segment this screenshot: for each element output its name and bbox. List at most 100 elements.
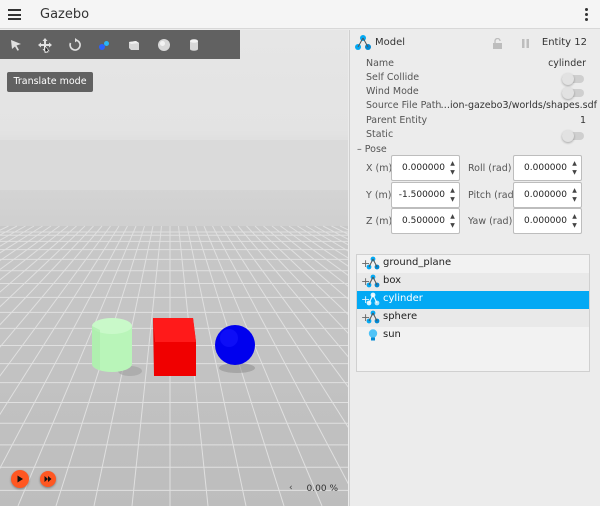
app-title: Gazebo <box>40 7 90 22</box>
model-icon <box>366 310 380 324</box>
tree-item-label: ground_plane <box>383 257 452 268</box>
play-icon <box>17 475 23 483</box>
roll-spinbox[interactable]: 0.000000 ▲ ▼ <box>513 155 582 181</box>
z-value: 0.500000 <box>402 216 445 226</box>
y-value: -1.500000 <box>398 190 445 200</box>
model-icon <box>366 256 380 270</box>
static-toggle[interactable] <box>562 130 584 142</box>
lock-icon[interactable] <box>492 38 503 49</box>
pause-icon[interactable] <box>520 38 531 49</box>
yaw-label: Yaw (rad) <box>468 216 513 227</box>
tree-item-box[interactable]: + box <box>357 273 589 291</box>
sphere-tool-button[interactable] <box>153 34 175 56</box>
increment-icon[interactable]: ▲ <box>571 161 578 167</box>
property-label: Static <box>366 129 394 140</box>
y-spinbox[interactable]: -1.500000 ▲ ▼ <box>391 182 460 208</box>
rotate-icon <box>69 38 81 51</box>
tree-item-label: box <box>383 275 402 286</box>
cylinder-tool-button[interactable] <box>183 34 205 56</box>
scene-models <box>92 318 255 376</box>
box-tool-button[interactable] <box>123 34 145 56</box>
component-inspector-header: Model Entity 12 <box>350 30 600 57</box>
pose-section-header[interactable]: – Pose <box>357 144 387 155</box>
property-self-collide: Self Collide <box>350 72 600 86</box>
decrement-icon[interactable]: ▼ <box>571 223 578 229</box>
increment-icon[interactable]: ▲ <box>449 161 456 167</box>
arrow-pointer-icon <box>11 40 21 51</box>
z-spinbox[interactable]: 0.500000 ▲ ▼ <box>391 208 460 234</box>
yaw-value: 0.000000 <box>524 216 567 226</box>
wind-mode-toggle[interactable] <box>562 87 584 99</box>
tree-item-ground-plane[interactable]: + ground_plane <box>357 255 589 273</box>
property-label: Name <box>366 58 395 69</box>
increment-icon[interactable]: ▲ <box>449 214 456 220</box>
box-icon <box>129 41 139 50</box>
light-bulb-icon <box>368 329 378 341</box>
decrement-icon[interactable]: ▼ <box>571 170 578 176</box>
property-value: …ion-gazebo3/worlds/shapes.sdf <box>440 100 597 111</box>
select-tool-button[interactable] <box>5 34 27 56</box>
property-label: Source File Path <box>366 100 442 111</box>
sphere-icon <box>158 39 170 51</box>
transform-control-icon <box>99 41 109 50</box>
collapse-icon: – <box>357 144 362 155</box>
decrement-icon[interactable]: ▼ <box>449 197 456 203</box>
scene-3d-viewport[interactable]: Translate mode ‹ 0.00 % <box>0 30 348 506</box>
rotate-tool-button[interactable] <box>64 34 86 56</box>
title-bar: Gazebo <box>0 0 600 29</box>
decrement-icon[interactable]: ▼ <box>571 197 578 203</box>
tree-item-label: sphere <box>383 311 418 322</box>
pitch-spinbox[interactable]: 0.000000 ▲ ▼ <box>513 182 582 208</box>
decrement-icon[interactable]: ▼ <box>449 223 456 229</box>
tree-item-label: sun <box>383 329 401 340</box>
scene-toolbar <box>0 30 240 59</box>
tree-item-sun[interactable]: sun <box>357 327 589 345</box>
property-name: Name cylinder <box>350 58 600 72</box>
stats-expand-chevron[interactable]: ‹ <box>289 483 293 493</box>
increment-icon[interactable]: ▲ <box>449 188 456 194</box>
sphere-model <box>215 325 255 373</box>
x-spinbox[interactable]: 0.000000 ▲ ▼ <box>391 155 460 181</box>
property-label: Wind Mode <box>366 86 419 97</box>
decrement-icon[interactable]: ▼ <box>449 170 456 176</box>
yaw-spinbox[interactable]: 0.000000 ▲ ▼ <box>513 208 582 234</box>
tree-item-cylinder[interactable]: + cylinder <box>357 291 589 309</box>
entity-id: Entity 12 <box>541 37 587 48</box>
x-value: 0.000000 <box>402 163 445 173</box>
x-label: X (m) <box>366 163 393 174</box>
component-title: Model <box>375 37 406 48</box>
property-source-file: Source File Path …ion-gazebo3/worlds/sha… <box>350 100 600 114</box>
property-static: Static <box>350 129 600 143</box>
increment-icon[interactable]: ▲ <box>571 188 578 194</box>
pose-label: Pose <box>364 144 387 155</box>
fast-forward-icon <box>44 476 52 482</box>
property-wind-mode: Wind Mode <box>350 86 600 100</box>
transform-control-tool-button[interactable] <box>93 34 115 56</box>
real-time-factor: 0.00 % <box>306 484 338 494</box>
hamburger-menu-icon[interactable] <box>8 9 21 20</box>
model-icon <box>366 274 380 288</box>
self-collide-toggle[interactable] <box>562 73 584 85</box>
move-arrows-icon <box>38 38 52 53</box>
property-value: 1 <box>579 115 586 126</box>
step-button[interactable] <box>40 471 56 487</box>
entity-tree: + ground_plane + box + cylinder + sphere… <box>356 254 590 372</box>
cylinder-model <box>92 318 132 372</box>
more-options-icon[interactable] <box>585 8 589 21</box>
roll-label: Roll (rad) <box>468 163 512 174</box>
property-parent-entity: Parent Entity 1 <box>350 115 600 129</box>
play-button[interactable] <box>11 470 29 488</box>
right-panel: Model Entity 12 Name cylinder Self Colli… <box>349 30 600 506</box>
box-model <box>153 318 196 376</box>
z-label: Z (m) <box>366 216 393 227</box>
model-icon <box>366 292 380 306</box>
pitch-value: 0.000000 <box>524 190 567 200</box>
tool-tooltip: Translate mode <box>7 72 93 92</box>
property-label: Parent Entity <box>366 115 428 126</box>
increment-icon[interactable]: ▲ <box>571 214 578 220</box>
model-icon <box>355 35 371 50</box>
tree-item-sphere[interactable]: + sphere <box>357 309 589 327</box>
y-label: Y (m) <box>366 190 392 201</box>
property-value: cylinder <box>548 58 586 69</box>
translate-tool-button[interactable] <box>34 34 56 56</box>
